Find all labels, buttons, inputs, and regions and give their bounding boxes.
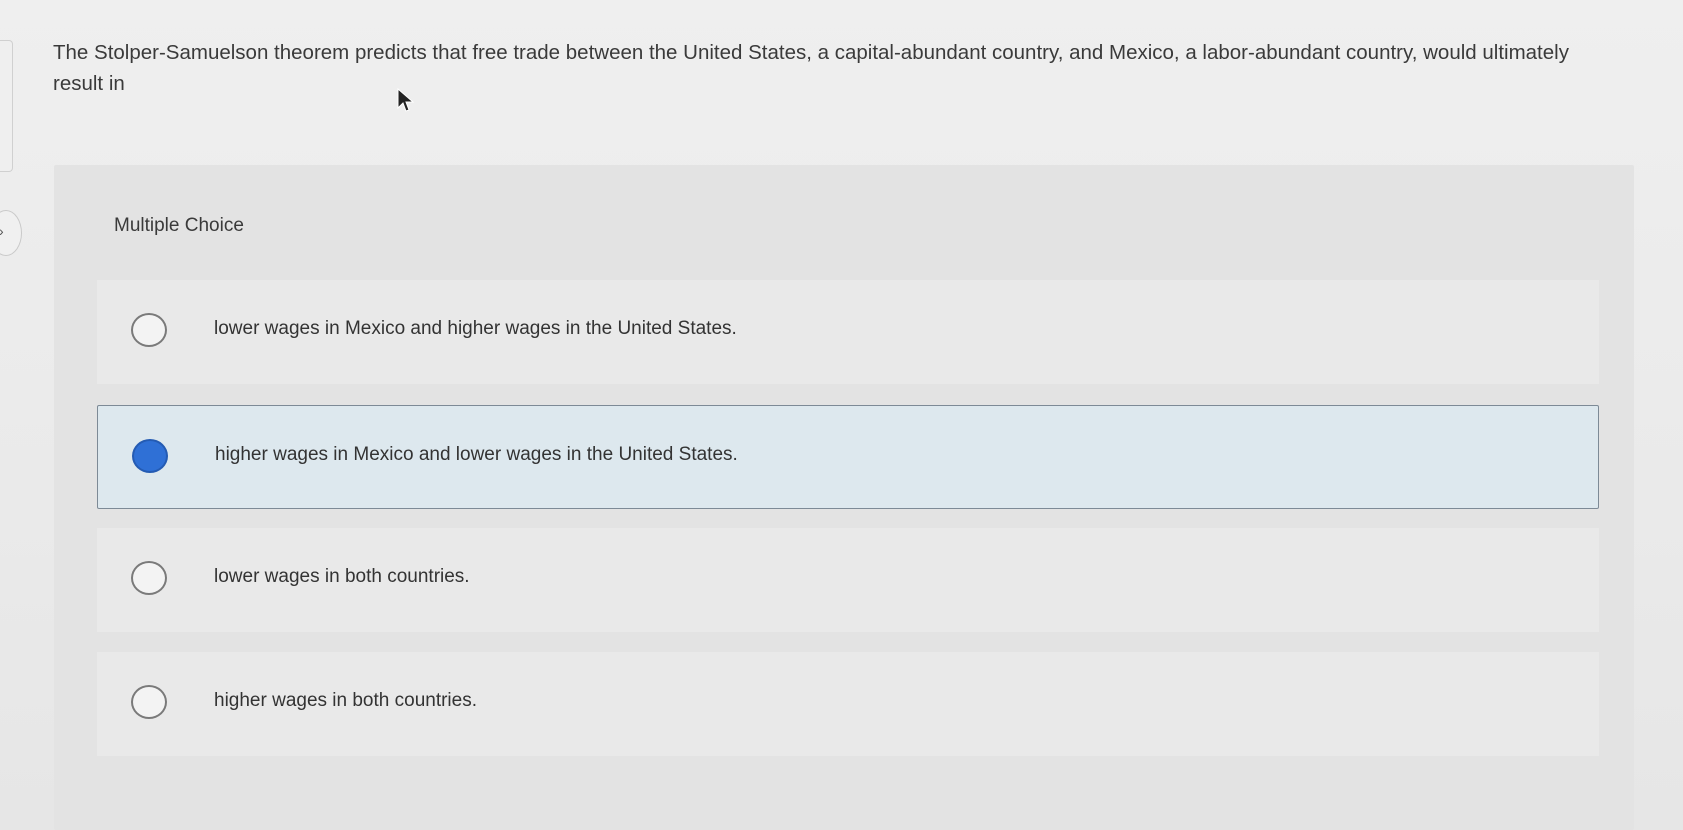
answer-option-label: higher wages in Mexico and lower wages i…	[215, 444, 738, 465]
answer-option[interactable]: lower wages in Mexico and higher wages i…	[97, 280, 1599, 384]
side-tab[interactable]: ›	[0, 210, 22, 256]
mouse-pointer-icon	[397, 88, 415, 112]
answer-option-label: higher wages in both countries.	[214, 690, 477, 711]
radio-button[interactable]	[131, 313, 167, 347]
answer-option-label: lower wages in Mexico and higher wages i…	[214, 318, 737, 339]
radio-button[interactable]	[131, 685, 167, 719]
multiple-choice-heading: Multiple Choice	[114, 215, 244, 236]
quiz-page: › The Stolper-Samuelson theorem predicts…	[0, 0, 1683, 830]
answer-option-selected[interactable]: higher wages in Mexico and lower wages i…	[97, 405, 1599, 509]
answer-option[interactable]: higher wages in both countries.	[97, 652, 1599, 756]
left-rail	[0, 40, 13, 172]
answer-option[interactable]: lower wages in both countries.	[97, 528, 1599, 632]
answer-option-label: lower wages in both countries.	[214, 566, 470, 587]
radio-button-selected[interactable]	[132, 439, 168, 473]
radio-button[interactable]	[131, 561, 167, 595]
side-tab-icon: ›	[0, 223, 4, 239]
question-text: The Stolper-Samuelson theorem predicts t…	[53, 41, 1569, 95]
